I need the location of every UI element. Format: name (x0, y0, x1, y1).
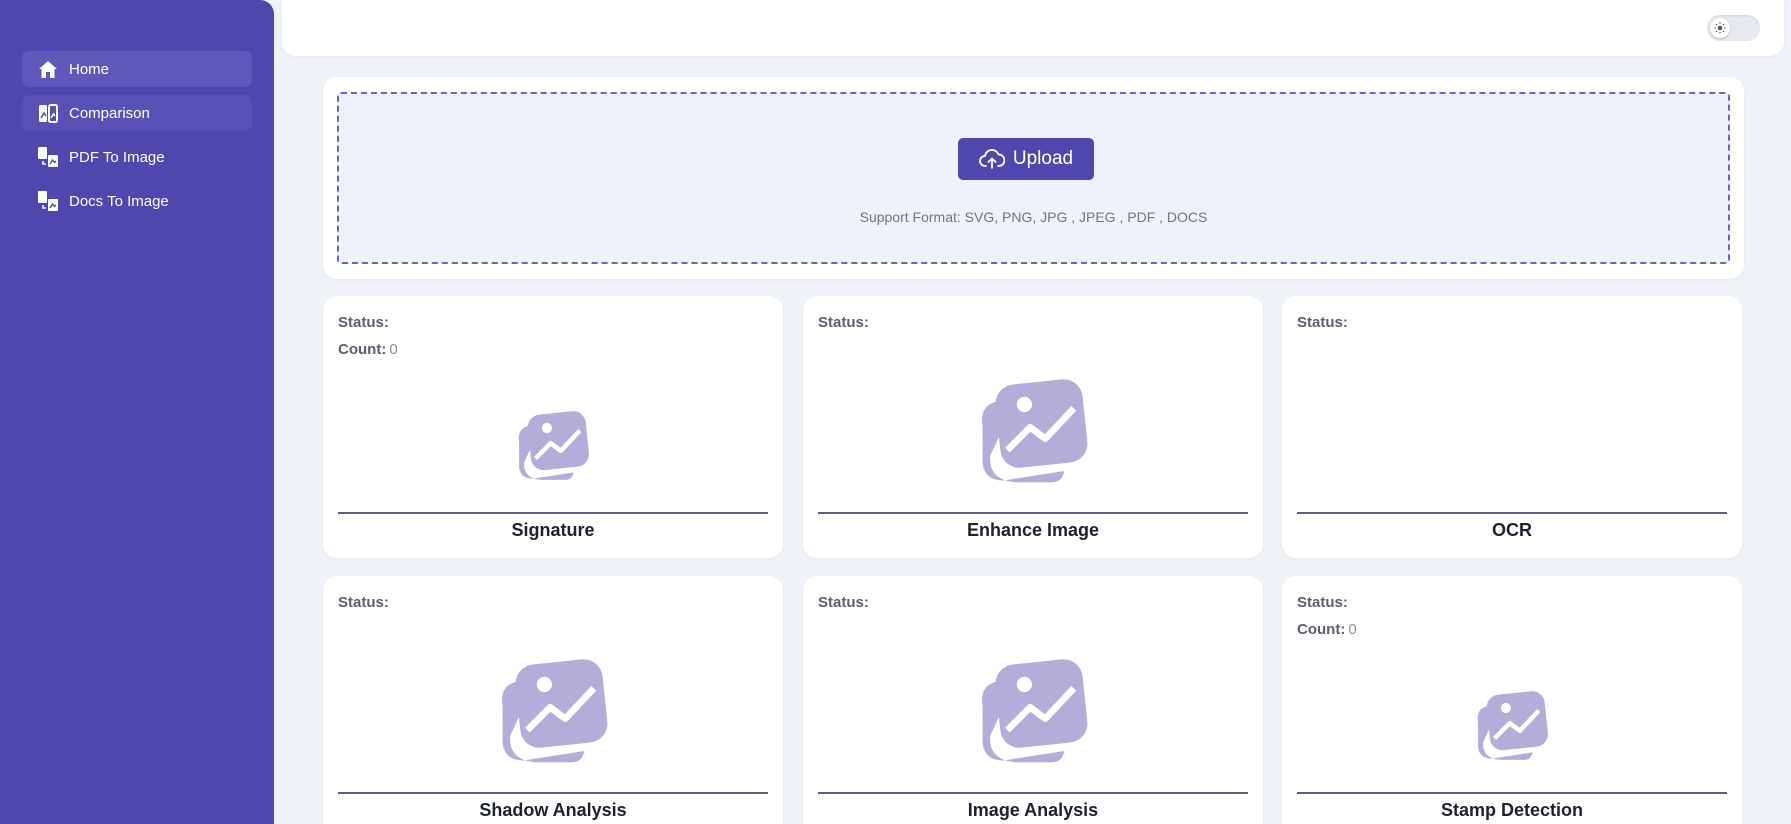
card-title: Enhance Image (966, 520, 1100, 540)
count-value: 0 (1348, 621, 1357, 638)
pdf-to-image-icon (36, 146, 60, 168)
sun-icon (1710, 18, 1730, 38)
feature-card-stamp-detection[interactable]: Status: Count: 0 Stamp Detection (1282, 576, 1742, 824)
image-placeholder-icon (982, 379, 1088, 483)
sidebar-item-home[interactable]: Home (22, 51, 252, 87)
status-label: Status: (338, 314, 389, 331)
count-label: Count: 0 (1297, 621, 1357, 638)
sidebar-item-label: PDF To Image (69, 148, 165, 166)
status-label: Status: (1297, 314, 1348, 331)
top-bar (282, 0, 1784, 56)
card-divider (818, 512, 1248, 514)
sidebar-item-label: Home (69, 60, 110, 78)
count-value: 0 (389, 341, 398, 358)
cloud-upload-icon (979, 149, 1005, 169)
sidebar-item-label: Docs To Image (69, 192, 169, 210)
sidebar: Home Comparison PDF To Image Docs To Ima… (0, 0, 274, 824)
feature-card-signature[interactable]: Status: Count: 0 Signature (323, 296, 783, 558)
image-placeholder-icon (982, 659, 1088, 763)
sidebar-item-label: Comparison (69, 104, 150, 122)
card-title: Image Analysis (967, 800, 1099, 820)
card-divider (1297, 512, 1727, 514)
image-placeholder-icon (502, 659, 608, 763)
card-title: Shadow Analysis (479, 800, 627, 820)
theme-toggle[interactable] (1707, 15, 1760, 41)
sidebar-item-comparison[interactable]: Comparison (22, 95, 252, 131)
status-label: Status: (338, 594, 389, 611)
feature-card-shadow-analysis[interactable]: Status: Shadow Analysis (323, 576, 783, 824)
feature-card-ocr[interactable]: Status: OCR (1282, 296, 1742, 558)
upload-button-label: Upload (1012, 148, 1074, 169)
card-divider (1297, 792, 1727, 794)
comparison-icon (36, 102, 60, 124)
status-label: Status: (1297, 594, 1348, 611)
sidebar-item-docs-to-image[interactable]: Docs To Image (22, 183, 252, 219)
docs-to-image-icon (36, 190, 60, 212)
status-label: Status: (818, 594, 869, 611)
card-divider (338, 512, 768, 514)
upload-button[interactable]: Upload (958, 138, 1094, 180)
support-format-text: Support Format: SVG, PNG, JPG , JPEG , P… (859, 209, 1208, 225)
home-icon (36, 58, 60, 80)
card-divider (338, 792, 768, 794)
count-label: Count: 0 (338, 341, 398, 358)
card-divider (818, 792, 1248, 794)
image-placeholder-icon (1477, 691, 1548, 760)
card-title: OCR (1492, 520, 1532, 540)
feature-card-enhance-image[interactable]: Status: Enhance Image (803, 296, 1263, 558)
feature-card-image-analysis[interactable]: Status: Image Analysis (803, 576, 1263, 824)
sidebar-item-pdf-to-image[interactable]: PDF To Image (22, 139, 252, 175)
status-label: Status: (818, 314, 869, 331)
card-title: Stamp Detection (1440, 800, 1584, 820)
image-placeholder-icon (518, 411, 589, 480)
card-title: Signature (511, 520, 595, 540)
